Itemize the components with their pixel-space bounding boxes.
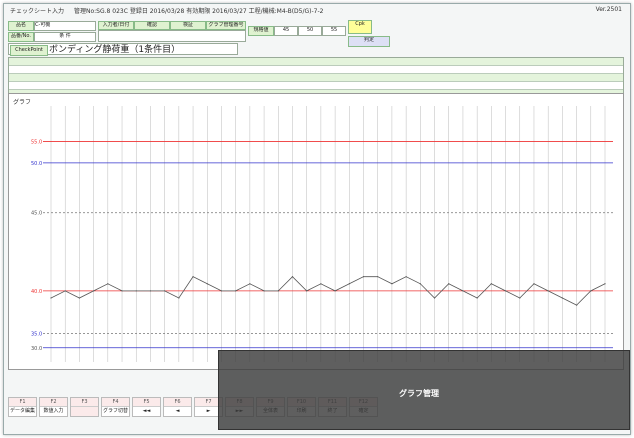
grid-row [9, 74, 623, 82]
data-point [391, 283, 393, 285]
fkey-label: 数値入力 [40, 406, 67, 416]
data-point [462, 290, 464, 292]
fkey-f5[interactable]: F5 ◄◄ [132, 397, 161, 417]
checkpoint-label: CheckPoint [10, 45, 48, 56]
checkpoint-field[interactable]: CheckPoint ボンディング静荷重（1条件目） [8, 43, 238, 56]
fkey-f6[interactable]: F6 ◄ [163, 397, 192, 417]
data-point [533, 283, 535, 285]
fkey-number: F3 [81, 399, 88, 405]
data-point [448, 283, 450, 285]
data-point [504, 290, 507, 292]
data-point [519, 297, 521, 299]
y-tick-label: 35.0 [31, 332, 42, 338]
header-input-row[interactable] [98, 30, 246, 42]
fkey-f3[interactable]: F3 [70, 397, 99, 417]
data-point [490, 283, 492, 285]
data-point [263, 290, 265, 292]
data-point [164, 290, 166, 292]
data-point [64, 290, 66, 292]
data-point [50, 297, 52, 299]
lower-limit: 55 [322, 26, 346, 36]
overlay-title: グラフ管理 [399, 389, 439, 398]
data-point [476, 297, 478, 299]
cpk-label: Cpk [348, 20, 372, 34]
data-point [107, 283, 109, 285]
data-point [377, 276, 379, 278]
spec-field[interactable]: 条 件 [34, 32, 96, 42]
upper-limit: 45 [274, 26, 298, 36]
fkey-number: F2 [50, 399, 57, 405]
y-tick-label: 50.0 [31, 161, 42, 167]
fkey-f1[interactable]: F1 データ編集 [8, 397, 37, 417]
y-tick-label: 40.0 [31, 289, 42, 295]
data-point [249, 283, 251, 285]
range-label: 規格値 [248, 26, 274, 36]
grid-row [9, 82, 623, 90]
fkey-label: ◄◄ [133, 406, 160, 416]
data-point [135, 290, 137, 292]
fkey-f4[interactable]: F4 グラフ切替 [101, 397, 130, 417]
fkey-number: F4 [112, 399, 119, 405]
data-point [419, 283, 421, 285]
grid-row [9, 58, 623, 66]
data-point [178, 297, 180, 299]
title-bar: チェックシート入力 管理No:SG.8 023C 登録日 2016/03/28 … [6, 6, 626, 16]
version-label: Ver.2501 [595, 6, 622, 13]
data-point [306, 290, 308, 292]
data-point [334, 290, 336, 292]
fkey-label: グラフ切替 [102, 406, 129, 416]
fkey-label: ◄ [164, 406, 191, 416]
data-point [590, 290, 592, 292]
product-field[interactable]: C-可機 [34, 21, 96, 31]
y-tick-label: 45.0 [31, 211, 42, 217]
data-point [149, 290, 152, 292]
data-point [575, 304, 578, 306]
data-point [78, 297, 81, 299]
y-tick-label: 55.0 [31, 140, 42, 146]
data-point [405, 276, 407, 278]
data-point [192, 276, 194, 278]
col-label-4: グラフ管理番号 [206, 21, 246, 30]
judge-label: 判定 [348, 36, 390, 47]
data-point [547, 290, 549, 292]
spec-label: 品番/No. [8, 32, 34, 42]
fkey-f2[interactable]: F2 数値入力 [39, 397, 68, 417]
control-chart: グラフ 55.0 50.0 45.0 40.0 35.0 30.0 [8, 93, 624, 370]
data-point [604, 283, 606, 285]
data-point [348, 283, 350, 285]
data-point [320, 283, 322, 285]
checkpoint-value: ボンディング静荷重（1条件目） [49, 45, 181, 55]
chart-label: グラフ [13, 98, 31, 106]
graph-manage-overlay[interactable]: グラフ管理 [218, 350, 630, 430]
window-info: 管理No:SG.8 023C 登録日 2016/03/28 有効期限 2016/… [74, 8, 324, 15]
data-point [235, 290, 237, 292]
data-point [220, 290, 223, 292]
fkey-number: F6 [174, 399, 181, 405]
col-label-3: 検証 [170, 21, 206, 30]
fkey-label [71, 406, 98, 407]
fkey-number: F1 [19, 399, 26, 405]
chart-svg: グラフ 55.0 50.0 45.0 40.0 35.0 30.0 [13, 98, 613, 362]
col-label-2: 確認 [134, 21, 170, 30]
data-point [93, 290, 95, 292]
data-point [291, 276, 294, 278]
y-tick-label: 30.0 [31, 346, 42, 352]
data-point [362, 276, 365, 278]
window-title: チェックシート入力 [10, 8, 65, 15]
product-label: 品名 [8, 21, 34, 31]
data-point [277, 290, 279, 292]
mid-limit: 50 [298, 26, 322, 36]
data-point [121, 290, 123, 292]
fkey-number: F5 [143, 399, 150, 405]
grid-row [9, 66, 623, 74]
data-point [561, 297, 563, 299]
col-label-1: 入力者/日付 [98, 21, 134, 30]
data-point [433, 297, 436, 299]
fkey-label: データ編集 [9, 406, 36, 416]
data-point [206, 283, 208, 285]
